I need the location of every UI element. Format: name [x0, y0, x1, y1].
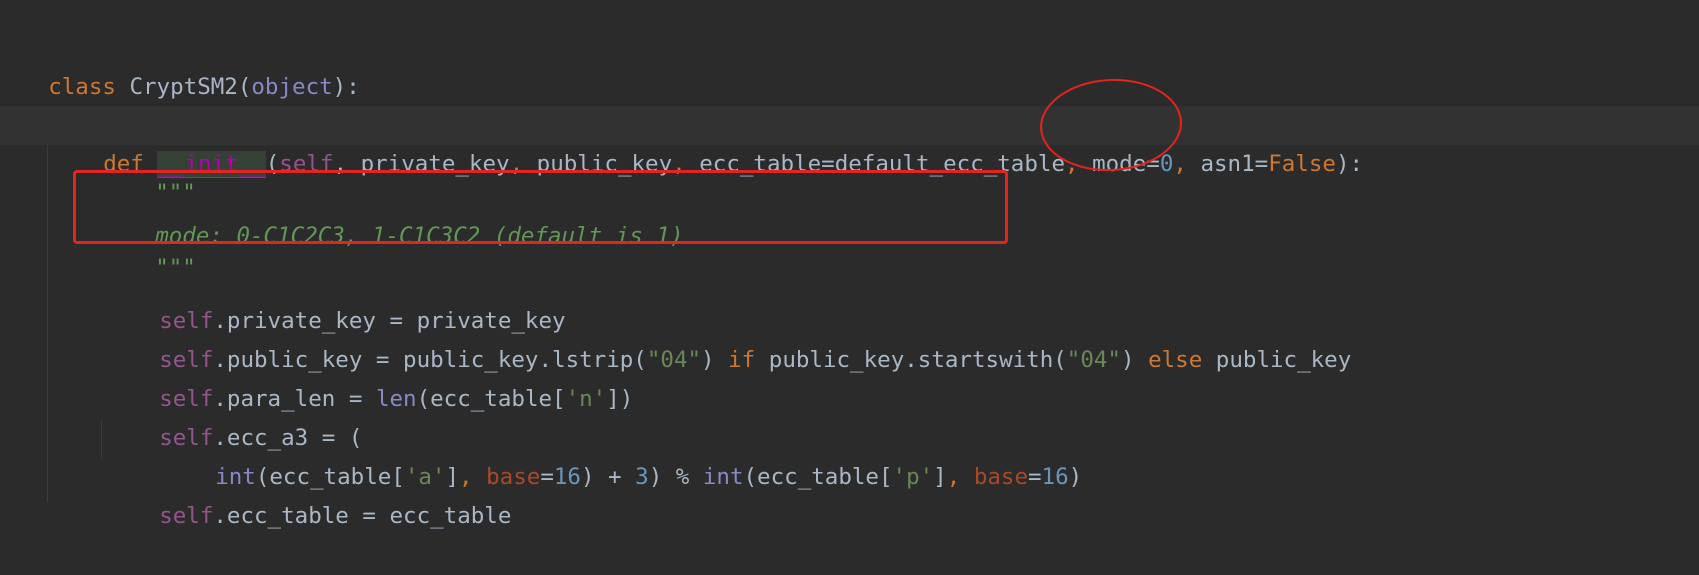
highlight-rectangle-annotation: [73, 170, 1008, 244]
code-line-docstring-open[interactable]: """: [0, 135, 1699, 206]
keyword-class: class: [48, 74, 116, 100]
code-line-ecc-a3[interactable]: self.ecc_a3 = (: [0, 380, 1699, 451]
code-line-class-def[interactable]: class CryptSM2(object):: [0, 29, 1693, 100]
statement: .ecc_table = ecc_table: [213, 503, 512, 529]
code-line-private-key[interactable]: self.private_key = private_key: [0, 263, 1699, 334]
code-line-para-len[interactable]: self.para_len = len(ecc_table['n']): [0, 341, 1699, 412]
code-line-public-key[interactable]: self.public_key = public_key.lstrip("04"…: [0, 302, 1699, 373]
builtin-object: object: [251, 74, 333, 100]
punct: ):: [332, 74, 360, 100]
code-editor[interactable]: class CryptSM2(object): def __init__(sel…: [0, 0, 1699, 529]
code-line-ecc-a3-expr[interactable]: int(ecc_table['a'], base=16) + 3) % int(…: [0, 419, 1699, 490]
code-line-ecc-table[interactable]: self.ecc_table = ecc_table: [0, 458, 1699, 529]
self-keyword: self: [159, 503, 214, 529]
class-name: CryptSM2(: [115, 74, 252, 100]
